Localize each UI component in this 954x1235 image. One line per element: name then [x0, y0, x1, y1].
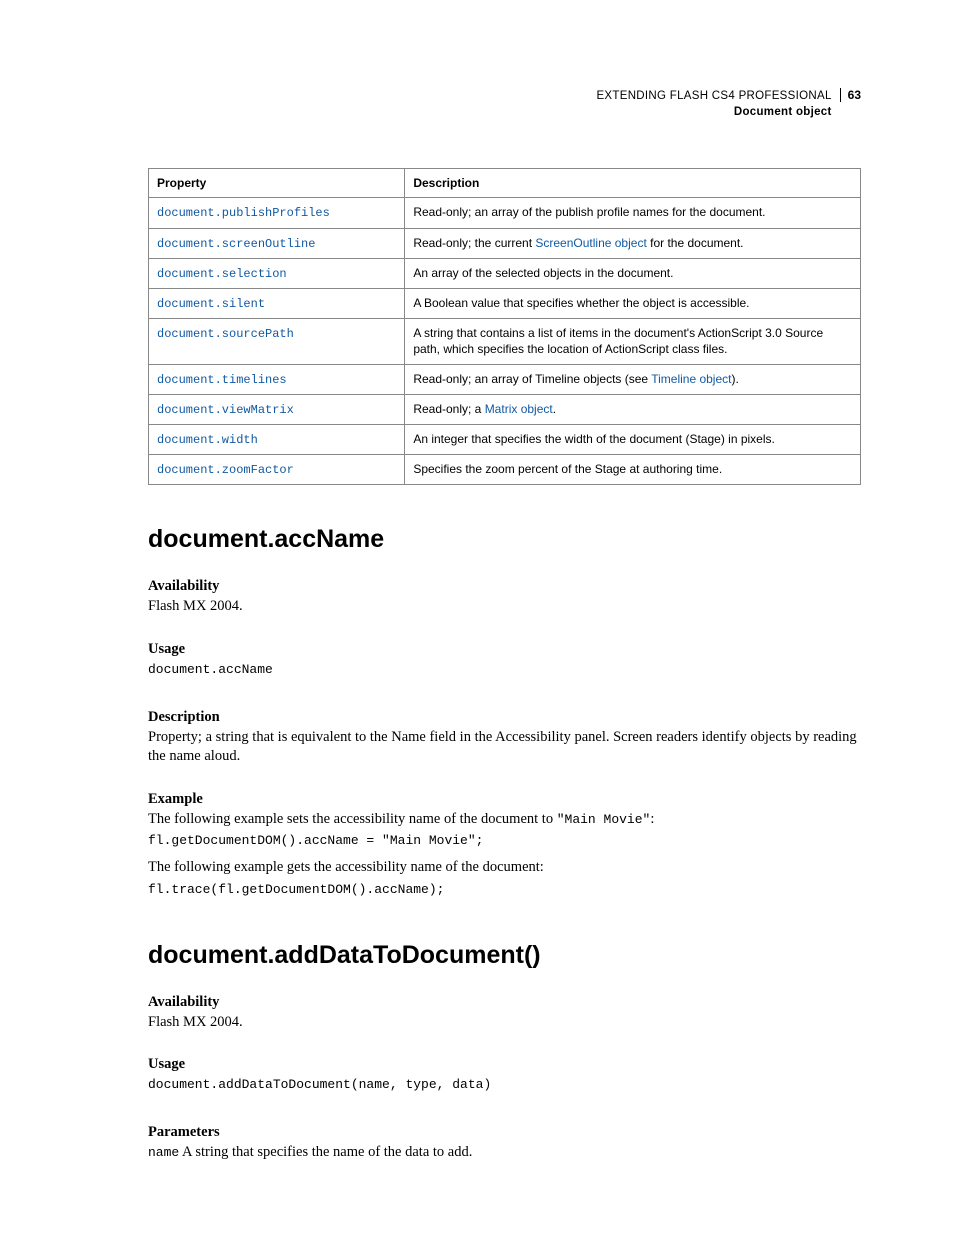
section-heading-accname: document.accName	[148, 525, 861, 554]
page-header: EXTENDING FLASH CS4 PROFESSIONAL Documen…	[148, 88, 861, 120]
table-row: document.timelines Read-only; an array o…	[149, 364, 861, 394]
availability-text: Flash MX 2004.	[148, 1013, 861, 1033]
prop-desc: Specifies the zoom percent of the Stage …	[405, 455, 861, 485]
usage-code: document.accName	[148, 662, 861, 679]
prop-link[interactable]: document.viewMatrix	[157, 403, 294, 417]
doc-title: EXTENDING FLASH CS4 PROFESSIONAL	[596, 88, 831, 104]
table-row: document.silent A Boolean value that spe…	[149, 288, 861, 318]
table-row: document.publishProfiles Read-only; an a…	[149, 198, 861, 228]
prop-link[interactable]: document.width	[157, 433, 258, 447]
prop-desc: Read-only; an array of the publish profi…	[405, 198, 861, 228]
prop-link[interactable]: document.sourcePath	[157, 327, 294, 341]
inline-link[interactable]: Matrix object	[485, 402, 553, 416]
col-property: Property	[149, 169, 405, 198]
prop-desc: Read-only; the current ScreenOutline obj…	[405, 228, 861, 258]
prop-link[interactable]: document.selection	[157, 267, 287, 281]
table-row: document.zoomFactor Specifies the zoom p…	[149, 455, 861, 485]
inline-link[interactable]: ScreenOutline object	[535, 236, 646, 250]
inline-link[interactable]: Timeline object	[651, 372, 731, 386]
table-row: document.sourcePath A string that contai…	[149, 319, 861, 364]
param-desc: A string that specifies the name of the …	[179, 1144, 472, 1160]
prop-desc: Read-only; a Matrix object.	[405, 394, 861, 424]
inline-code: "Main Movie"	[557, 812, 651, 827]
prop-desc: Read-only; an array of Timeline objects …	[405, 364, 861, 394]
param-name: name	[148, 1145, 179, 1160]
table-row: document.screenOutline Read-only; the cu…	[149, 228, 861, 258]
header-inner: EXTENDING FLASH CS4 PROFESSIONAL Documen…	[596, 88, 861, 120]
prop-desc: A Boolean value that specifies whether t…	[405, 288, 861, 318]
subheading-example: Example	[148, 791, 861, 808]
section-heading-adddata: document.addDataToDocument()	[148, 941, 861, 970]
prop-link[interactable]: document.publishProfiles	[157, 206, 330, 220]
subheading-usage: Usage	[148, 1056, 861, 1073]
description-text: Property; a string that is equivalent to…	[148, 728, 861, 767]
prop-link[interactable]: document.silent	[157, 297, 265, 311]
table-row: document.width An integer that specifies…	[149, 424, 861, 454]
subheading-availability: Availability	[148, 994, 861, 1011]
availability-text: Flash MX 2004.	[148, 597, 861, 617]
prop-desc: An integer that specifies the width of t…	[405, 424, 861, 454]
example-code-1: fl.getDocumentDOM().accName = "Main Movi…	[148, 833, 861, 850]
usage-code: document.addDataToDocument(name, type, d…	[148, 1077, 861, 1094]
table-header-row: Property Description	[149, 169, 861, 198]
header-text: EXTENDING FLASH CS4 PROFESSIONAL Documen…	[596, 88, 831, 120]
subheading-description: Description	[148, 709, 861, 726]
prop-link[interactable]: document.screenOutline	[157, 237, 315, 251]
prop-link[interactable]: document.zoomFactor	[157, 463, 294, 477]
example-code-2: fl.trace(fl.getDocumentDOM().accName);	[148, 882, 861, 899]
doc-section: Document object	[596, 104, 831, 120]
sections: document.accName Availability Flash MX 2…	[148, 525, 861, 1163]
page-number: 63	[840, 88, 861, 102]
example-intro-2: The following example gets the accessibi…	[148, 858, 861, 878]
subheading-availability: Availability	[148, 578, 861, 595]
param-row: name A string that specifies the name of…	[148, 1143, 861, 1163]
prop-desc: A string that contains a list of items i…	[405, 319, 861, 364]
example-intro-1: The following example sets the accessibi…	[148, 810, 861, 830]
subheading-usage: Usage	[148, 641, 861, 658]
subheading-parameters: Parameters	[148, 1124, 861, 1141]
table-row: document.selection An array of the selec…	[149, 258, 861, 288]
prop-desc: An array of the selected objects in the …	[405, 258, 861, 288]
property-table: Property Description document.publishPro…	[148, 168, 861, 485]
table-row: document.viewMatrix Read-only; a Matrix …	[149, 394, 861, 424]
col-description: Description	[405, 169, 861, 198]
prop-link[interactable]: document.timelines	[157, 373, 287, 387]
